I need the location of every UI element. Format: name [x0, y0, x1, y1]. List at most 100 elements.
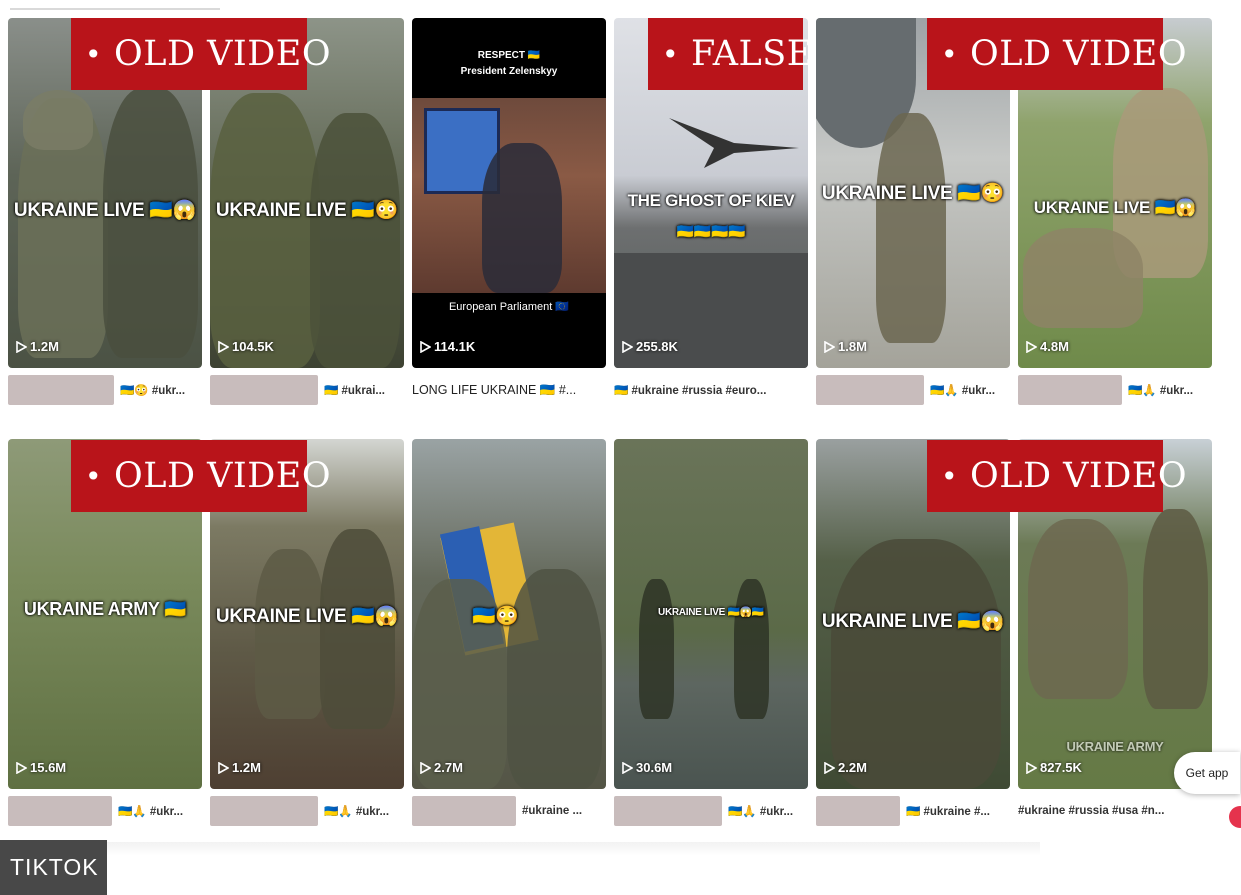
play-icon	[218, 340, 229, 353]
jet-icon	[669, 118, 799, 168]
soldier-shape	[639, 579, 674, 719]
play-icon	[1026, 761, 1037, 774]
view-count-value: 1.2M	[232, 760, 261, 775]
view-count: 30.6M	[622, 760, 672, 775]
view-count-value: 114.1K	[434, 339, 476, 354]
view-count: 2.2M	[824, 760, 867, 775]
video-thumbnail[interactable]: RESPECT 🇺🇦 President Zelenskyy European …	[412, 18, 606, 368]
soldier-shape	[255, 549, 325, 719]
redacted-username	[210, 375, 318, 405]
video-card[interactable]: UKRAINE LIVE 🇺🇦😱🇺🇦 30.6M 🇺🇦🙏 #ukr...	[614, 439, 808, 827]
video-description[interactable]: #ukraine ...	[412, 795, 606, 827]
view-count: 1.2M	[16, 339, 59, 354]
description-text: 🇺🇦🙏 #ukr...	[728, 806, 794, 818]
helmet-shape	[23, 90, 93, 150]
view-count: 255.8K	[622, 339, 678, 354]
soldier-shape	[320, 529, 395, 729]
play-icon	[1026, 340, 1037, 353]
top-caption: RESPECT 🇺🇦 President Zelenskyy	[460, 50, 558, 77]
video-description[interactable]: 🇺🇦🙏 #ukr...	[210, 795, 404, 827]
redacted-username	[614, 796, 722, 826]
video-overlay-text: UKRAINE ARMY 🇺🇦	[23, 599, 187, 619]
view-count-value: 15.6M	[30, 760, 67, 775]
redacted-username	[412, 796, 516, 826]
redacted-username	[8, 796, 112, 826]
video-thumbnail[interactable]: UKRAINE LIVE 🇺🇦😱🇺🇦 30.6M	[614, 439, 808, 789]
play-icon	[824, 761, 835, 774]
view-count-value: 1.8M	[838, 339, 867, 354]
old-video-banner: • OLD VIDEO	[927, 18, 1187, 90]
play-icon	[218, 761, 229, 774]
video-overlay-text: UKRAINE LIVE 🇺🇦😱	[1033, 198, 1197, 217]
play-icon	[622, 340, 633, 353]
description-text: 🇺🇦 #ukraine #russia #euro...	[614, 385, 767, 397]
soldier-shape	[1143, 509, 1208, 709]
video-overlay-text: UKRAINE LIVE 🇺🇦😳	[215, 200, 399, 221]
close-icon[interactable]	[1229, 806, 1241, 828]
view-count: 2.7M	[420, 760, 463, 775]
soldier-shape	[876, 113, 946, 343]
video-description[interactable]: #ukraine #russia #usa #n...	[1018, 795, 1212, 827]
redacted-username	[210, 796, 318, 826]
description-text: 🇺🇦 #ukrai...	[324, 385, 385, 397]
description-text: #ukraine #russia #usa #n...	[1018, 805, 1165, 817]
soldier-shape	[310, 113, 400, 368]
video-description[interactable]: 🇺🇦 #ukraine #...	[816, 795, 1010, 827]
video-description[interactable]: 🇺🇦🙏 #ukr...	[1018, 374, 1212, 406]
description-text: 🇺🇦🙏 #ukr...	[1128, 385, 1194, 397]
video-description[interactable]: 🇺🇦 #ukraine #russia #euro...	[614, 374, 808, 406]
soldier-shape	[103, 88, 198, 358]
view-count-value: 104.5K	[232, 339, 274, 354]
old-video-banner: • OLD VIDEO	[927, 440, 1187, 512]
get-app-button[interactable]: Get app	[1174, 752, 1240, 794]
view-count-value: 30.6M	[636, 760, 673, 775]
source-label: TIKTOK	[0, 840, 107, 895]
view-count-value: 4.8M	[1040, 339, 1069, 354]
top-divider	[10, 8, 220, 10]
redacted-username	[816, 375, 924, 405]
description-text: 🇺🇦 #ukraine #...	[906, 806, 990, 818]
redacted-username	[8, 375, 114, 405]
bottom-shadow	[10, 842, 1040, 856]
view-count-value: 827.5K	[1040, 760, 1082, 775]
soldier-shape	[831, 539, 1001, 789]
view-count: 104.5K	[218, 339, 274, 354]
soldier-shape	[210, 93, 320, 368]
bottom-caption: European Parliament 🇪🇺	[448, 301, 570, 313]
description-text: 🇺🇦😳 #ukr...	[120, 385, 186, 397]
view-count-value: 2.2M	[838, 760, 867, 775]
view-count: 1.2M	[218, 760, 261, 775]
video-description[interactable]: 🇺🇦🙏 #ukr...	[816, 374, 1010, 406]
video-description[interactable]: 🇺🇦🙏 #ukr...	[614, 795, 808, 827]
false-banner: • FALSE	[648, 18, 812, 90]
video-overlay-text: THE GHOST OF KIEV	[627, 191, 795, 210]
redacted-username	[1018, 375, 1122, 405]
video-card[interactable]: RESPECT 🇺🇦 President Zelenskyy European …	[412, 18, 606, 406]
video-overlay-text: 🇺🇦😳	[472, 606, 519, 627]
view-count: 15.6M	[16, 760, 66, 775]
video-overlay-text: UKRAINE LIVE 🇺🇦😱	[215, 606, 399, 627]
view-count-value: 255.8K	[636, 339, 678, 354]
video-description[interactable]: 🇺🇦😳 #ukr...	[8, 374, 202, 406]
description-text: 🇺🇦🙏 #ukr...	[930, 385, 996, 397]
old-video-banner: • OLD VIDEO	[71, 18, 331, 90]
old-video-banner: • OLD VIDEO	[71, 440, 331, 512]
video-card[interactable]: 🇺🇦😳 2.7M #ukraine ...	[412, 439, 606, 827]
view-count: 827.5K	[1026, 760, 1082, 775]
video-thumbnail[interactable]: 🇺🇦😳 2.7M	[412, 439, 606, 789]
video-description[interactable]: 🇺🇦 #ukrai...	[210, 374, 404, 406]
view-count: 114.1K	[420, 339, 475, 354]
play-icon	[16, 340, 27, 353]
speaker-shape	[482, 143, 562, 293]
play-icon	[824, 340, 835, 353]
view-count: 1.8M	[824, 339, 867, 354]
view-count-value: 2.7M	[434, 760, 463, 775]
play-icon	[420, 761, 431, 774]
view-count: 4.8M	[1026, 339, 1069, 354]
description-text: 🇺🇦🙏 #ukr...	[118, 806, 184, 818]
video-overlay-text: UKRAINE LIVE 🇺🇦😳	[821, 183, 1005, 204]
video-description[interactable]: 🇺🇦🙏 #ukr...	[8, 795, 202, 827]
video-overlay-text: UKRAINE ARMY	[1066, 739, 1164, 754]
view-count-value: 1.2M	[30, 339, 59, 354]
video-description[interactable]: LONG LIFE UKRAINE 🇺🇦 #...	[412, 374, 606, 406]
